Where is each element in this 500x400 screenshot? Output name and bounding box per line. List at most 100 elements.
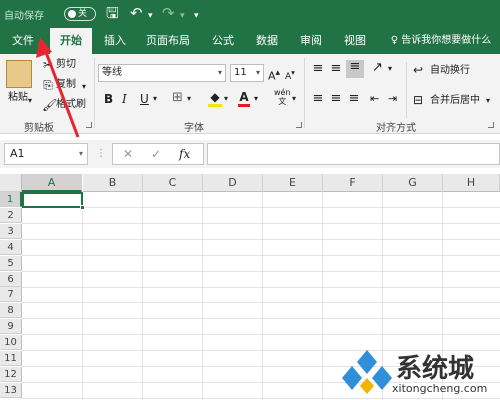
align-top-icon[interactable]: ≡	[310, 62, 326, 76]
row-header-2[interactable]: 2	[0, 207, 22, 223]
cut-button[interactable]: 剪切	[56, 58, 76, 72]
cancel-icon[interactable]: ✕	[123, 147, 133, 161]
column-header-h[interactable]: H	[443, 174, 500, 192]
borders-icon[interactable]: ⊞	[172, 91, 183, 105]
orientation-dropdown-icon[interactable]: ▾	[388, 62, 392, 76]
column-gridline	[262, 192, 263, 400]
row-header-5[interactable]: 5	[0, 255, 22, 271]
wrap-text-button[interactable]: 自动换行	[430, 64, 470, 78]
wrap-text-icon[interactable]: ↩	[413, 63, 423, 77]
font-color-icon[interactable]: A	[238, 90, 250, 107]
row-gridline	[22, 207, 500, 208]
font-name-select[interactable]: 等线 ▾	[98, 64, 226, 82]
fill-color-dropdown-icon[interactable]: ▾	[224, 92, 228, 106]
underline-button[interactable]: U	[140, 92, 149, 106]
autosave-toggle[interactable]: 关	[64, 7, 96, 21]
format-painter-button[interactable]: 格式刷	[56, 98, 86, 112]
redo-icon[interactable]: ↷	[162, 4, 175, 22]
tab-data[interactable]: 数据	[248, 28, 286, 54]
fill-color-icon[interactable]: ◆	[208, 90, 222, 107]
column-header-b[interactable]: B	[83, 174, 143, 192]
undo-icon[interactable]: ↶	[130, 4, 143, 22]
borders-dropdown-icon[interactable]: ▾	[187, 92, 191, 106]
row-header-13[interactable]: 13	[0, 382, 22, 398]
paste-dropdown-icon[interactable]: ▾	[28, 94, 32, 108]
merge-center-icon[interactable]: ⊟	[413, 93, 423, 107]
align-bottom-icon[interactable]: ≡	[346, 60, 364, 78]
row-header-8[interactable]: 8	[0, 303, 22, 319]
align-middle-icon[interactable]: ≡	[328, 62, 344, 76]
save-icon[interactable]: 🖫	[106, 4, 119, 22]
row-header-1[interactable]: 1	[0, 192, 22, 207]
alignment-launcher-icon[interactable]	[488, 122, 494, 128]
paste-icon[interactable]	[6, 60, 32, 88]
align-center-icon[interactable]: ≡	[328, 92, 344, 106]
fill-handle[interactable]	[80, 205, 85, 210]
name-box[interactable]: A1 ▾	[4, 143, 88, 165]
group-divider	[304, 58, 305, 128]
font-color-dropdown-icon[interactable]: ▾	[254, 92, 258, 106]
italic-button[interactable]: I	[122, 92, 127, 106]
merge-center-button[interactable]: 合并后居中	[430, 94, 480, 108]
font-size-select[interactable]: 11 ▾	[230, 64, 264, 82]
column-header-d[interactable]: D	[203, 174, 263, 192]
selected-cell-a1[interactable]	[22, 192, 85, 210]
row-header-6[interactable]: 6	[0, 271, 22, 287]
align-right-icon[interactable]: ≡	[346, 92, 362, 106]
copy-dropdown-icon[interactable]: ▾	[82, 80, 86, 94]
group-divider	[406, 62, 407, 118]
row-header-10[interactable]: 10	[0, 335, 22, 351]
watermark-logo-icon	[342, 350, 392, 394]
row-header-9[interactable]: 9	[0, 319, 22, 335]
row-header-7[interactable]: 7	[0, 287, 22, 303]
row-gridline	[22, 254, 500, 256]
formula-input[interactable]	[207, 143, 500, 165]
column-header-c[interactable]: C	[143, 174, 203, 192]
group-divider	[94, 58, 95, 128]
paste-button-label[interactable]: 粘贴	[8, 91, 28, 105]
tab-review[interactable]: 审阅	[292, 28, 330, 54]
format-painter-icon[interactable]: 🖌	[42, 98, 57, 112]
clipboard-launcher-icon[interactable]	[86, 122, 92, 128]
font-launcher-icon[interactable]	[296, 122, 302, 128]
row-header-3[interactable]: 3	[0, 223, 22, 239]
copy-icon[interactable]: ⎘	[42, 78, 54, 92]
phonetic-guide-icon[interactable]: wén 文	[274, 88, 291, 106]
column-header-f[interactable]: F	[323, 174, 383, 192]
customize-toolbar-icon[interactable]: ▾	[194, 7, 199, 25]
decrease-indent-icon[interactable]: ⇤	[370, 92, 379, 106]
undo-dropdown-icon[interactable]: ▾	[148, 7, 153, 25]
bold-button[interactable]: B	[104, 92, 113, 106]
row-header-11[interactable]: 11	[0, 351, 22, 366]
autosave-state: 关	[78, 9, 88, 19]
orientation-icon[interactable]: ↗	[372, 61, 383, 75]
column-header-g[interactable]: G	[383, 174, 443, 192]
tell-me-box[interactable]: ♀ 告诉我你想要做什么	[384, 28, 498, 54]
copy-button[interactable]: 复制	[56, 78, 76, 92]
tab-insert[interactable]: 插入	[96, 28, 134, 54]
enter-icon[interactable]: ✓	[151, 147, 161, 161]
merge-dropdown-icon[interactable]: ▾	[486, 94, 490, 108]
row-header-12[interactable]: 12	[0, 366, 22, 382]
tab-file[interactable]: 文件	[4, 28, 42, 54]
column-header-e[interactable]: E	[263, 174, 323, 192]
column-gridline	[82, 192, 83, 400]
insert-function-icon[interactable]: fx	[179, 147, 190, 161]
phonetic-dropdown-icon[interactable]: ▾	[292, 92, 296, 106]
redo-dropdown-icon[interactable]: ▾	[180, 7, 185, 25]
cut-icon[interactable]: ✂	[42, 58, 54, 72]
underline-dropdown-icon[interactable]: ▾	[153, 92, 157, 106]
row-header-4[interactable]: 4	[0, 239, 22, 255]
tab-home[interactable]: 开始	[50, 28, 92, 54]
increase-font-icon[interactable]: A▴	[268, 66, 280, 84]
column-gridline	[202, 192, 203, 400]
tab-page-layout[interactable]: 页面布局	[140, 28, 196, 54]
column-header-a[interactable]: A	[22, 174, 82, 192]
font-name-value: 等线	[102, 67, 122, 78]
align-left-icon[interactable]: ≡	[310, 92, 326, 106]
tab-formulas[interactable]: 公式	[204, 28, 242, 54]
increase-indent-icon[interactable]: ⇥	[388, 92, 397, 106]
decrease-font-icon[interactable]: A▾	[285, 66, 295, 84]
select-all-corner[interactable]	[0, 174, 22, 192]
tab-view[interactable]: 视图	[336, 28, 374, 54]
